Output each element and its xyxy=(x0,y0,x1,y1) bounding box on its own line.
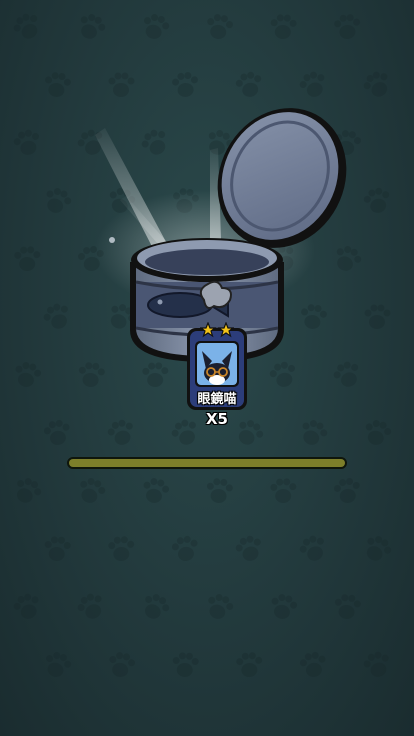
paw-print-icon xyxy=(354,526,400,572)
paw-print-icon xyxy=(201,473,238,510)
paw-print-icon xyxy=(39,531,75,567)
paw-print-icon xyxy=(290,526,335,571)
paw-print-icon xyxy=(356,644,399,687)
paw-print-icon xyxy=(4,468,49,513)
paw-print-icon xyxy=(165,529,205,569)
progress-fill xyxy=(69,459,345,467)
paw-print-icon xyxy=(101,645,140,684)
star-icon xyxy=(200,322,217,338)
progress-bar xyxy=(67,457,347,469)
paw-print-icon xyxy=(36,644,78,686)
reward-card[interactable]: 眼鏡喵 xyxy=(186,322,248,411)
paw-print-icon xyxy=(167,647,203,683)
paw-print-icon xyxy=(69,469,112,512)
star-rating xyxy=(200,322,234,338)
paw-print-icon xyxy=(263,587,303,627)
star-icon xyxy=(217,322,234,338)
paw-print-icon xyxy=(265,473,300,508)
paw-print-icon xyxy=(103,531,139,567)
paw-print-icon xyxy=(132,584,177,629)
paw-print-icon xyxy=(228,528,271,571)
paw-print-icon xyxy=(5,585,49,629)
card-name: 眼鏡喵 xyxy=(197,392,237,407)
paw-print-icon xyxy=(231,647,267,683)
paw-print-icon xyxy=(135,471,175,511)
paw-print-icon xyxy=(328,472,367,511)
paw-print-icon xyxy=(197,585,240,628)
paw-print-icon xyxy=(329,589,366,626)
quantity-label: X5 xyxy=(205,410,228,428)
paw-print-icon xyxy=(293,645,333,685)
paw-print-icon xyxy=(68,584,114,630)
